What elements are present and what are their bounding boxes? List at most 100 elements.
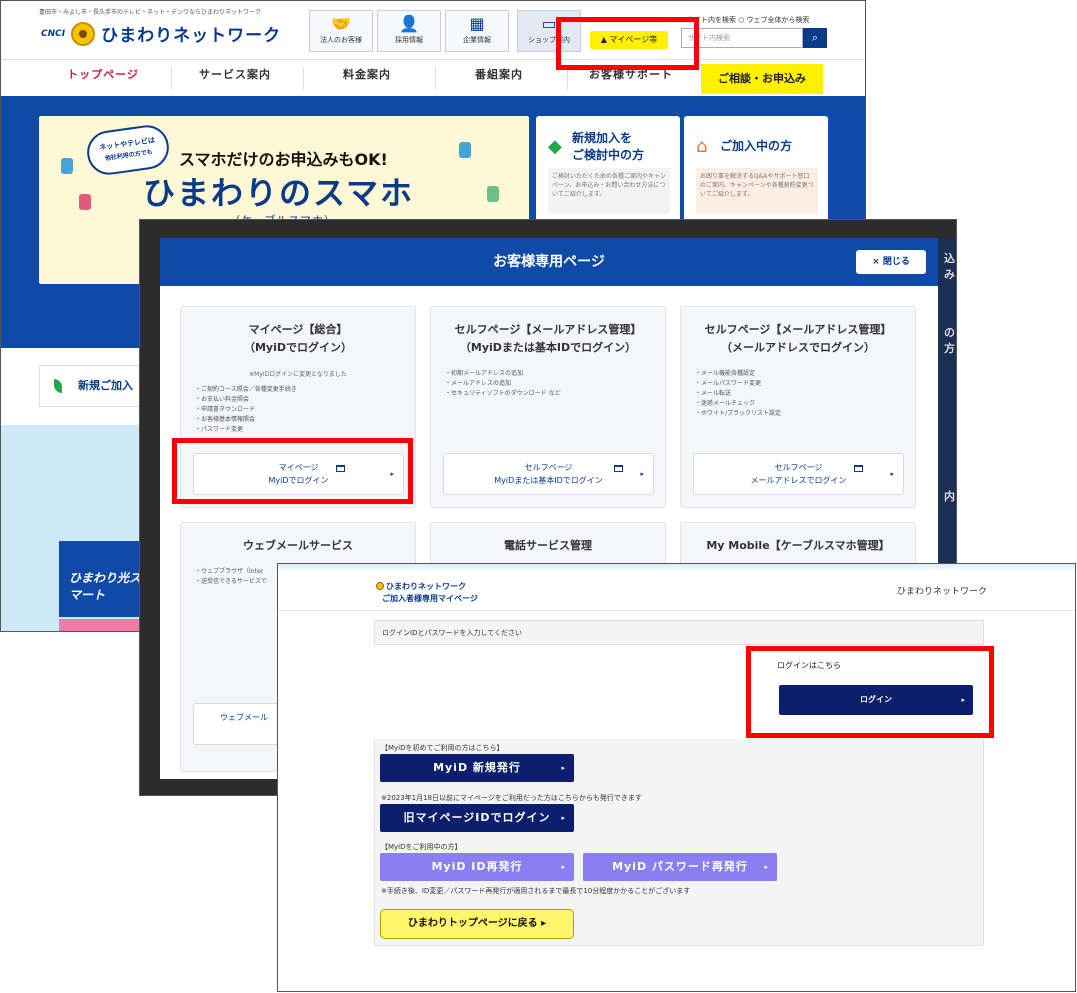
panel-title-1: セルフページ【メールアドレス管理】 (454, 323, 642, 336)
handshake-icon: 🤝 (331, 14, 351, 33)
myid-reissue-password-button[interactable]: MyiD パスワード再発行 ▸ (583, 853, 777, 881)
brand-name: ひまわりネットワーク (101, 26, 282, 46)
list-item: パスワード変更 (195, 425, 297, 435)
beginner-leaf-icon: ◆ (548, 136, 562, 157)
search-icon[interactable]: ⌕ (803, 28, 827, 48)
company-button[interactable]: ▦ 企業情報 (445, 10, 509, 52)
back-to-top-button[interactable]: ひまわりトップページに戻る ▸ (380, 909, 574, 939)
button-label: 旧マイページIDでログイン (403, 811, 551, 824)
modal-title: お客様専用ページ (493, 254, 605, 270)
nav-divider (435, 68, 436, 90)
button-label: ひまわりトップページに戻る (407, 918, 538, 929)
button-line-1: セルフページ (774, 463, 823, 472)
phone-icon (61, 158, 73, 174)
panel-note: ※MyiDログインに変更となりました (249, 371, 347, 378)
selfpage-myid-panel: セルフページ【メールアドレス管理】 （MyiDまたは基本IDでログイン） 初期メ… (430, 306, 666, 508)
myid-reissue-id-button[interactable]: MyiD ID再発行 ▸ (380, 853, 574, 881)
company-label: 企業情報 (463, 36, 491, 44)
panel-title-2: （メールアドレスでログイン） (721, 341, 875, 354)
button-label: MyiD パスワード再発行 (612, 860, 748, 873)
person-icon: 👤 (399, 14, 419, 33)
panel-title: セルフページ【メールアドレス管理】 （MyiDまたは基本IDでログイン） (431, 321, 665, 357)
new-window-icon (614, 465, 623, 472)
backdrop-text: 内 (944, 490, 955, 503)
member-body: お困り事を解決するQ&Aやサポート窓口のご案内、キャンペーンや各種契約変更ついて… (696, 168, 818, 214)
global-nav: トップページ サービス案内 料金案内 番組案内 お客様サポート ご相談・お申込み (1, 59, 865, 96)
chevron-right-icon: ▸ (640, 470, 644, 478)
nav-divider (567, 68, 568, 90)
chevron-right-icon: ▸ (561, 764, 566, 772)
phone-icon (487, 186, 499, 202)
list-item: お支払い料金照会 (195, 395, 297, 405)
panel-feature-list: ウェブブラウザ（Inter 送受信できるサービスで (195, 567, 267, 587)
panel-feature-list: メール機能各種設定 メールパスワード変更 メール転送 迷惑メールチェック ホワイ… (695, 369, 781, 419)
list-item: メールアドレスの追加 (445, 379, 561, 389)
panel-title: セルフページ【メールアドレス管理】 （メールアドレスでログイン） (681, 321, 915, 357)
chevron-right-icon: ▸ (561, 863, 566, 871)
chevron-right-icon: ▸ (561, 814, 566, 822)
list-item: メール機能各種設定 (695, 369, 781, 379)
list-item: ご契約コース照会／各種変更手続き (195, 385, 297, 395)
login-logo[interactable]: ひまわりネットワーク (376, 581, 466, 592)
cnci-logo-text: CNCI (41, 28, 66, 39)
legacy-login-button[interactable]: 旧マイページIDでログイン ▸ (380, 804, 574, 832)
pink-banner[interactable] (59, 619, 149, 631)
panel-title: My Mobile【ケーブルスマホ管理】 (706, 539, 890, 552)
selfpage-myid-login-button[interactable]: セルフページ MyiDまたは基本IDでログイン ▸ (443, 453, 654, 495)
button-label: MyiD ID再発行 (431, 860, 523, 873)
backdrop-text: の方 (944, 326, 955, 355)
panel-feature-list: 初期メールアドレスの追加 メールアドレスの追加 セキュリティソフトのダウンロード… (445, 369, 561, 399)
nav-divider (171, 68, 172, 90)
button-line-2: メールアドレスでログイン (750, 476, 847, 485)
banner-title: ひまわりのスマホ (143, 174, 415, 212)
new-window-icon (854, 465, 863, 472)
site-search-input[interactable]: サイト内検索 (681, 28, 803, 48)
new-customer-card[interactable]: ◆ 新規加入を ご検討中の方 ご検討いただくための各種ご案内やキャンペーン、お申… (536, 116, 680, 226)
panel-feature-list: ご契約コース照会／各種変更手続き お支払い料金照会 申請書ダウンロード お客様基… (195, 385, 297, 435)
list-item: ホワイト/ブラックリスト設定 (695, 409, 781, 419)
list-item: セキュリティソフトのダウンロード など (445, 389, 561, 399)
list-item: お客様基本情報照会 (195, 415, 297, 425)
site-tagline: 豊田市・みよし市・長久手市のテレビ・ネット・デンワならひまわりネットワーク (39, 9, 262, 16)
nav-programs[interactable]: 番組案内 (437, 66, 561, 96)
sunflower-logo-icon (71, 21, 96, 46)
new-customer-title-1: 新規加入を (572, 131, 633, 145)
nav-top[interactable]: トップページ (41, 66, 165, 96)
panel-title: ウェブメールサービス (243, 539, 353, 552)
nav-services[interactable]: サービス案内 (173, 66, 297, 96)
new-customer-body: ご検討いただくための各種ご案内やキャンペーン、お申込み・お問い合わせ方法について… (548, 168, 670, 214)
header-gradient (278, 564, 1075, 572)
myid-new-issue-button[interactable]: MyiD 新規発行 ▸ (380, 754, 574, 782)
new-join-link[interactable]: 新規ご加入 (39, 365, 149, 407)
corporate-button[interactable]: 🤝 法人のお客様 (309, 10, 373, 52)
beginner-leaf-icon (54, 379, 62, 393)
banner-headline: スマホだけのお申込みもOK! (179, 150, 388, 169)
new-customer-title: 新規加入を ご検討中の方 (572, 130, 644, 164)
search-scope-radio[interactable]: サイト内を検索 ○ ウェブ全体から検索 (687, 15, 810, 25)
login-logo-subtitle: ご加入者様専用マイページ (382, 594, 478, 603)
first-time-label: 【MyiDを初めてご利用の方はこちら】 (381, 744, 504, 752)
modal-header: お客様専用ページ × 閉じる (160, 238, 938, 286)
corporate-label: 法人のお客様 (320, 36, 362, 44)
highlight-mypage-button (556, 17, 699, 70)
hikari-banner[interactable]: ひまわり光スマート (59, 541, 149, 617)
member-card[interactable]: ⌂ ご加入中の方 お困り事を解決するQ&Aやサポート窓口のご案内、キャンペーンや… (684, 116, 828, 226)
highlight-login-button (746, 646, 994, 738)
list-item: メール転送 (695, 389, 781, 399)
recruit-button[interactable]: 👤 採用情報 (377, 10, 441, 52)
list-item: メールパスワード変更 (695, 379, 781, 389)
brand-right: ひまわりネットワーク (897, 587, 988, 597)
button-label: MyiD 新規発行 (433, 761, 521, 774)
logo-text: ひまわりネットワーク (386, 582, 466, 591)
selfpage-email-login-button[interactable]: セルフページ メールアドレスでログイン ▸ (693, 453, 904, 495)
nav-pricing[interactable]: 料金案内 (305, 66, 429, 96)
panel-title-2: （MyiDまたは基本IDでログイン） (459, 341, 637, 354)
member-title: ご加入中の方 (720, 139, 793, 153)
modal-close-button[interactable]: × 閉じる (856, 250, 926, 274)
nav-support[interactable]: お客様サポート (569, 66, 693, 96)
nav-consult-apply[interactable]: ご相談・お申込み (701, 64, 823, 94)
site-logo[interactable]: CNCI ひまわりネットワーク (41, 21, 281, 46)
button-line-1: セルフページ (524, 463, 573, 472)
recruit-label: 採用情報 (395, 36, 423, 44)
panel-title-1: マイページ【総合】 (248, 323, 348, 336)
